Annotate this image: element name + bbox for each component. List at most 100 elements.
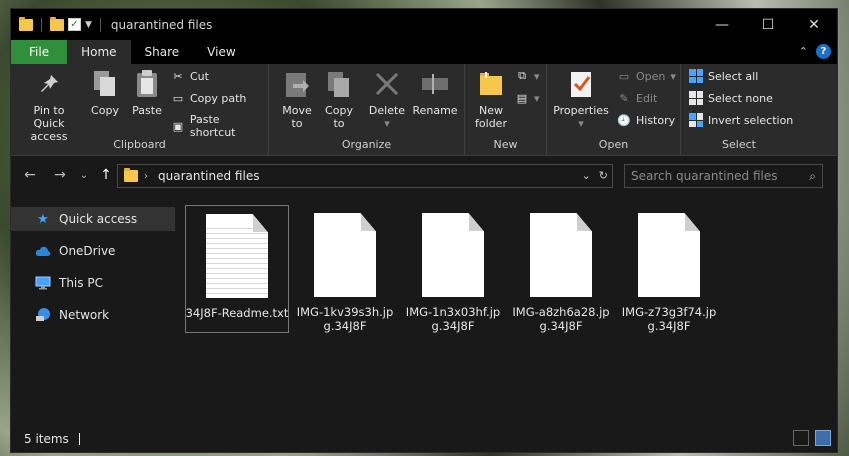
quick-access-toolbar: ✓ ▼	[11, 16, 105, 32]
select-none-button[interactable]: Select none	[689, 91, 773, 105]
open-button[interactable]: ▭ Open ▾	[617, 69, 676, 83]
status-bar: 5 items	[11, 425, 837, 452]
copy-to-button[interactable]: Copy to	[319, 68, 359, 130]
file-name: IMG-z73g3f74.jpg.34J8F	[621, 305, 717, 333]
address-bar-controls: ⌄ ↻	[582, 169, 608, 182]
tab-share[interactable]: Share	[131, 40, 194, 64]
move-to-icon	[281, 68, 313, 100]
details-view-button[interactable]	[793, 430, 809, 446]
tab-view[interactable]: View	[193, 40, 249, 64]
large-icons-view-button[interactable]	[815, 430, 831, 446]
address-dropdown-icon[interactable]: ⌄	[582, 169, 591, 182]
copy-path-button[interactable]: ▭ Copy path	[171, 91, 247, 105]
folder-icon	[124, 168, 138, 182]
paste-shortcut-button[interactable]: ▣ Paste shortcut	[171, 113, 268, 139]
search-box[interactable]: ⌕	[624, 164, 823, 188]
pin-label-line1: Pin to Quick	[33, 104, 65, 130]
divider	[99, 17, 101, 32]
file-item[interactable]: IMG-a8zh6a28.jpg.34J8F	[509, 205, 613, 333]
properties-dropdown-icon[interactable]: ▾	[578, 117, 584, 130]
invert-selection-button[interactable]: Invert selection	[689, 113, 793, 127]
copy-path-label: Copy path	[190, 91, 247, 105]
paste-shortcut-label: Paste shortcut	[189, 113, 236, 139]
sidebar-item-network[interactable]: Network	[11, 303, 175, 327]
pin-to-quick-access-button[interactable]: Pin to Quick access	[17, 68, 81, 143]
new-item-button[interactable]: ⧉ ▾	[515, 69, 540, 83]
maximize-button[interactable]: ☐	[745, 9, 791, 40]
delete-dropdown-icon[interactable]: ▾	[384, 117, 390, 130]
recent-locations-chevron-icon[interactable]: ⌄	[73, 170, 95, 181]
select-all-label: Select all	[708, 69, 759, 83]
new-item-dropdown-icon: ▾	[534, 69, 540, 83]
file-item[interactable]: IMG-z73g3f74.jpg.34J8F	[617, 205, 721, 333]
properties-icon	[565, 68, 597, 100]
file-item[interactable]: IMG-1n3x03hf.jpg.34J8F	[401, 205, 505, 333]
collapse-ribbon-icon[interactable]: ⌃	[799, 45, 808, 58]
breadcrumb-chevron-icon[interactable]: ›	[144, 171, 148, 182]
clipboard-group-label: Clipboard	[113, 138, 166, 151]
move-to-label-line1: Move	[282, 104, 312, 117]
close-button[interactable]: ✕	[791, 9, 837, 40]
rename-icon	[419, 68, 451, 100]
scissors-icon: ✂	[173, 69, 183, 83]
qat-dropdown-icon[interactable]: ▼	[85, 20, 92, 30]
sidebar-item-onedrive[interactable]: OneDrive	[11, 239, 175, 263]
help-icon[interactable]: ?	[816, 44, 831, 59]
checkmark-icon[interactable]: ✓	[68, 18, 81, 31]
forward-arrow-icon[interactable]: →	[49, 167, 71, 183]
star-icon: ★	[37, 211, 49, 227]
search-input[interactable]	[631, 169, 801, 183]
tab-home[interactable]: Home	[67, 40, 131, 64]
properties-button[interactable]: Properties ▾	[551, 68, 611, 130]
minimize-button[interactable]: —	[699, 9, 745, 40]
move-to-button[interactable]: Move to	[277, 68, 317, 130]
new-folder-button[interactable]: New folder	[471, 68, 511, 130]
item-count: 5 items	[24, 431, 69, 446]
move-to-label-line2: to	[291, 117, 303, 130]
folder-properties-icon[interactable]	[50, 16, 64, 31]
blank-file-icon	[314, 213, 376, 297]
easy-access-button[interactable]: ▤ ▾	[515, 91, 540, 105]
sidebar-item-label: Quick access	[59, 212, 138, 226]
text-document-icon	[206, 214, 268, 298]
back-arrow-icon[interactable]: ←	[19, 167, 41, 183]
pc-icon	[35, 275, 51, 291]
select-all-button[interactable]: Select all	[689, 69, 758, 83]
cut-button[interactable]: ✂ Cut	[171, 69, 209, 83]
breadcrumb[interactable]: quarantined files	[158, 169, 259, 183]
copy-button[interactable]: Copy	[85, 68, 125, 117]
file-name: IMG-1kv39s3h.jpg.34J8F	[296, 305, 394, 333]
copy-to-label-line2: to	[333, 117, 345, 130]
copy-path-icon: ▭	[172, 91, 184, 105]
organize-group: Move to Copy to Delete ▾ Rename Organize	[269, 64, 465, 155]
paste-label: Paste	[132, 104, 162, 117]
sidebar-item-label: This PC	[59, 276, 103, 290]
invert-selection-label: Invert selection	[708, 113, 794, 127]
copy-to-icon	[323, 68, 355, 100]
folder-icon	[19, 16, 33, 31]
pin-icon	[33, 68, 65, 100]
file-item[interactable]: IMG-1kv39s3h.jpg.34J8F	[293, 205, 397, 333]
select-all-icon	[689, 69, 703, 83]
organize-group-label: Organize	[341, 138, 392, 151]
title-bar: ✓ ▼ quarantined files — ☐ ✕	[11, 9, 837, 40]
new-folder-label-line1: New	[479, 104, 503, 117]
delete-label: Delete	[368, 104, 406, 117]
history-button[interactable]: 🕘 History	[617, 113, 675, 127]
sidebar-item-quick-access[interactable]: ★ Quick access	[11, 207, 175, 231]
search-icon[interactable]: ⌕	[809, 169, 816, 184]
rename-button[interactable]: Rename	[411, 68, 459, 117]
blank-file-icon	[422, 213, 484, 297]
refresh-icon[interactable]: ↻	[599, 169, 608, 182]
tab-file[interactable]: File	[11, 40, 68, 64]
sidebar-item-this-pc[interactable]: This PC	[11, 271, 175, 295]
file-item-readme[interactable]: 34J8F-Readme.txt	[185, 205, 289, 333]
select-none-label: Select none	[708, 91, 773, 105]
paste-button[interactable]: Paste	[127, 68, 167, 117]
rename-label: Rename	[412, 104, 458, 117]
address-bar[interactable]: › quarantined files ⌄ ↻	[117, 164, 613, 188]
delete-button[interactable]: Delete ▾	[365, 68, 409, 130]
history-icon: 🕘	[617, 113, 631, 127]
up-arrow-icon[interactable]: ↑	[95, 167, 117, 183]
edit-button[interactable]: ✎ Edit	[617, 91, 657, 105]
